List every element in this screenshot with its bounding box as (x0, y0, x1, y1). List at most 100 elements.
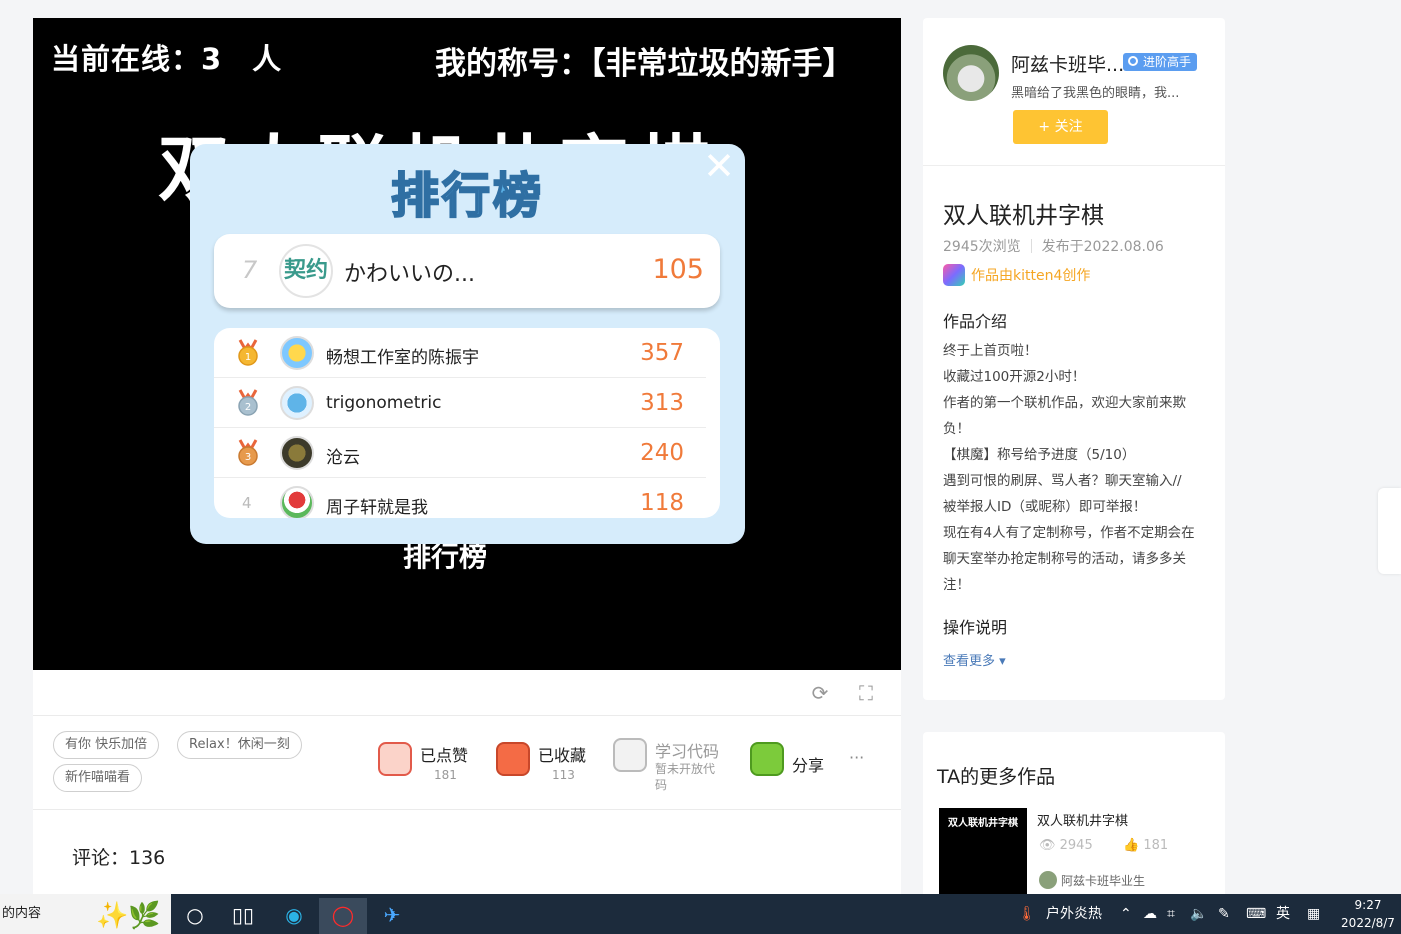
player-score: 240 (640, 440, 684, 466)
search-highlight-icon: ✨🌿 (96, 901, 161, 931)
avatar (280, 436, 314, 470)
more-work-author: 阿兹卡班毕业生 (1061, 874, 1146, 888)
more-work-title[interactable]: 双人联机井字棋 (1037, 810, 1128, 829)
intro-line: 聊天室举办抢定制称号的活动，请多多关 (943, 551, 1186, 567)
player-name: trigonometric (326, 393, 442, 413)
tool-credit: 作品由kitten4创作 (943, 264, 1090, 286)
leaderboard-list[interactable]: 1 畅想工作室的陈振宇 357 2 trigonometric 313 3 沧云… (214, 328, 720, 518)
chevron-up-icon[interactable]: ⌃ (1120, 894, 1132, 934)
learn-code-button[interactable]: 学习代码 暂未开放代 码 (613, 734, 723, 804)
intro-line: 被举报人ID（或昵称）即可举报！ (943, 499, 1147, 515)
learn-code-label: 学习代码 (655, 742, 720, 761)
code-status: 暂未开放代 (655, 762, 716, 776)
onedrive-icon[interactable]: ☁ (1143, 894, 1157, 934)
like-button[interactable]: 已点赞 181 (378, 738, 478, 794)
clock[interactable]: 9:27 2022/8/7 (1340, 896, 1396, 932)
author-badge: 进阶高手 (1123, 53, 1198, 71)
code-status-2: 码 (655, 778, 668, 792)
taskbar-search[interactable]: 的内容 ✨🌿 (0, 894, 171, 934)
more-work-author-avatar (1039, 871, 1057, 889)
work-thumbnail[interactable]: 双人联机井字棋 (939, 808, 1027, 894)
clock-date: 2022/8/7 (1341, 916, 1395, 930)
keyboard-icon[interactable]: ⌨ (1246, 894, 1266, 934)
favorite-count: 113 (552, 768, 575, 782)
work-info-panel: 阿兹卡班毕... 进阶高手 黑暗给了我黑色的眼睛，我... + 关注 双人联机井… (923, 18, 1225, 700)
avatar (280, 336, 314, 370)
like-label: 已点赞 (420, 746, 469, 765)
fullscreen-icon[interactable]: ⛶ (855, 682, 877, 704)
leaderboard-title: 排行榜 (390, 167, 544, 225)
leaderboard-row: 2 trigonometric 313 (214, 378, 706, 428)
code-book-icon (613, 738, 647, 772)
publish-date: 发布于2022.08.06 (1041, 239, 1164, 255)
see-more-link[interactable]: 查看更多 ▾ (943, 650, 1006, 669)
player-name: 沧云 (326, 448, 360, 468)
svg-text:2: 2 (245, 402, 251, 413)
favorite-label: 已收藏 (538, 746, 587, 765)
floating-side-tab[interactable] (1378, 488, 1401, 574)
share-arrow-icon (750, 742, 784, 776)
my-avatar: 契约 (279, 244, 333, 298)
pen-icon[interactable]: ✎ (1218, 894, 1230, 934)
svg-text:1: 1 (245, 352, 251, 363)
share-label: 分享 (792, 756, 825, 775)
tag[interactable]: 新作喵喵看 (53, 764, 143, 792)
opera-icon[interactable]: ◯ (319, 898, 367, 934)
close-icon[interactable]: ✕ (701, 147, 737, 185)
share-button[interactable]: 分享 (750, 738, 830, 794)
player-score: 313 (640, 390, 684, 416)
author-avatar[interactable] (943, 45, 999, 101)
leaderboard-row: 1 畅想工作室的陈振宇 357 (214, 328, 706, 378)
author-name[interactable]: 阿兹卡班毕... (1011, 50, 1124, 77)
intro-line: 负！ (943, 421, 970, 437)
tag[interactable]: Relax！休闲一刻 (177, 731, 302, 759)
thumb-up-icon (378, 742, 412, 776)
weather-text[interactable]: 户外炎热 (1046, 894, 1102, 934)
task-view-icon[interactable]: ▯▯ (219, 898, 267, 934)
work-meta: 2945次浏览 发布于2022.08.06 (943, 236, 1164, 256)
edge-icon[interactable]: ◉ (270, 898, 318, 934)
game-stage[interactable]: 当前在线：3 人 我的称号：【非常垃圾的新手】 双人联机井字棋 排行榜 排行榜 … (33, 18, 901, 670)
feishu-icon[interactable]: ✈ (368, 898, 416, 934)
refresh-icon[interactable]: ⟳ (809, 682, 831, 704)
more-works-panel: TA的更多作品 双人联机井字棋 双人联机井字棋 👁 2945 👍 181 阿兹卡… (923, 732, 1225, 902)
intro-line: 遇到可恨的刷屏、骂人者？聊天室输入// (943, 473, 1182, 489)
svg-text:3: 3 (245, 452, 251, 463)
intro-line: 【棋魔】称号给予进度（5/10） (943, 447, 1136, 463)
comments-section: 评论：136 (33, 810, 901, 894)
bronze-medal-icon: 3 (238, 439, 258, 466)
volume-icon[interactable]: 🔈 (1190, 894, 1207, 934)
ime-layout-icon[interactable]: ▦ (1307, 894, 1320, 934)
intro-heading: 作品介绍 (943, 312, 1008, 331)
leaderboard-row: 4 周子轩就是我 118 (214, 478, 706, 518)
rank-number: 4 (242, 494, 252, 512)
intro-line: 作者的第一个联机作品，欢迎大家前来欺 (943, 395, 1186, 411)
leaderboard-row: 3 沧云 240 (214, 428, 706, 478)
more-work-views: 👁 2945 (1039, 838, 1093, 853)
player-score: 118 (640, 490, 684, 516)
silver-medal-icon: 2 (238, 389, 258, 416)
online-count: 当前在线：3 人 (51, 42, 283, 76)
more-work-likes: 👍 181 (1123, 838, 1169, 853)
tool-credit-text: 作品由kitten4创作 (971, 268, 1091, 284)
favorite-button[interactable]: 已收藏 113 (496, 738, 596, 794)
more-works-heading: TA的更多作品 (937, 766, 1056, 788)
operation-heading: 操作说明 (943, 618, 1008, 637)
player-score: 357 (640, 340, 684, 366)
intro-text: 终于上首页啦！ 收藏过100开源2小时！ 作者的第一个联机作品，欢迎大家前来欺 … (943, 338, 1211, 598)
stage-toolbar: ⟳ ⛶ (33, 670, 901, 716)
follow-button[interactable]: + 关注 (1013, 110, 1108, 144)
tag[interactable]: 有你 快乐加倍 (53, 731, 160, 759)
action-row: 有你 快乐加倍 Relax！休闲一刻 新作喵喵看 已点赞 181 已收藏 113… (33, 716, 901, 810)
more-button[interactable]: ··· (849, 748, 864, 767)
network-icon[interactable]: ⌗ (1167, 894, 1175, 934)
cortana-icon[interactable]: ○ (171, 898, 219, 934)
page: 当前在线：3 人 我的称号：【非常垃圾的新手】 双人联机井字棋 排行榜 排行榜 … (0, 0, 1401, 934)
windows-taskbar: 的内容 ✨🌿 ○ ▯▯ ◉ ◯ ✈ 🌡 户外炎热 ⌃ ☁ ⌗ 🔈 ✎ ⌨ 英 ▦… (0, 894, 1401, 934)
search-text: 的内容 (2, 906, 42, 921)
kitten-app-icon (943, 264, 965, 286)
ime-mode[interactable]: 英 (1276, 894, 1290, 934)
my-score: 105 (652, 254, 704, 285)
my-title: 我的称号：【非常垃圾的新手】 (435, 46, 854, 82)
my-rank-number: 7 (242, 256, 258, 284)
